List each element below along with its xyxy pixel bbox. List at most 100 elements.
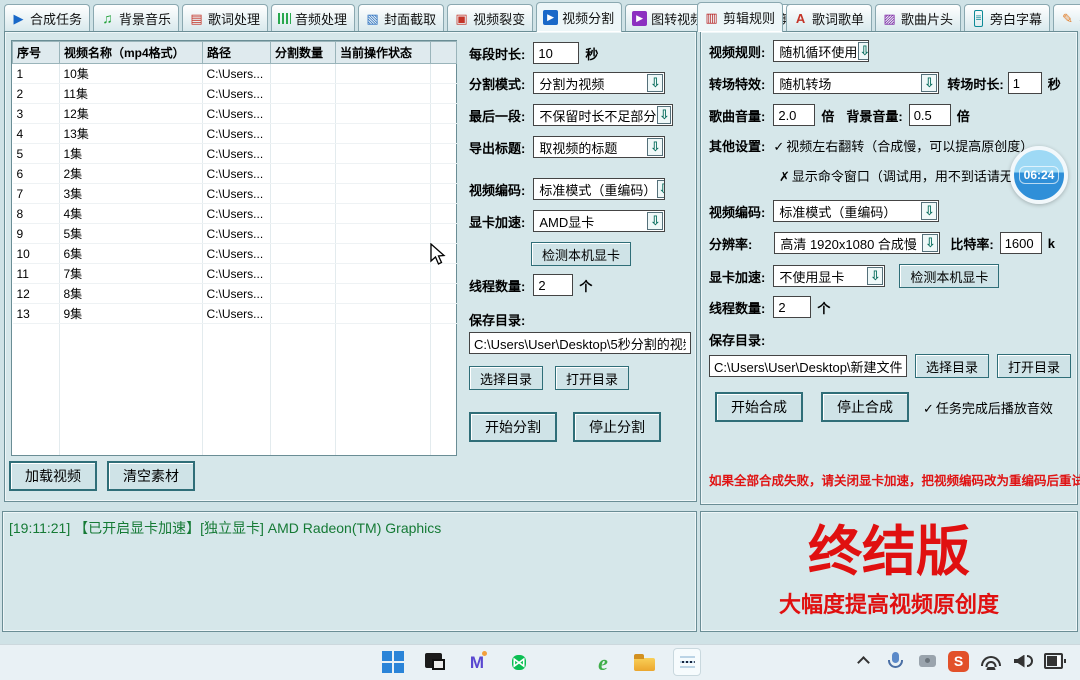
table-row[interactable]: 10 6集 C:\Users... [13,244,457,264]
start-compose-button[interactable]: 开始合成 [715,392,803,422]
compose-encode-select[interactable]: 标准模式（重编码） [773,200,939,222]
load-videos-button[interactable]: 加载视频 [9,461,97,491]
col-header-status: 当前操作状态 [336,42,431,64]
song-volume-input[interactable] [773,104,815,126]
log-panel[interactable]: [19:11:21] 【已开启显卡加速】[独立显卡] AMD Radeon(TM… [2,511,697,632]
table-row[interactable]: 7 3集 C:\Users... [13,184,457,204]
dropdown-arrow-icon[interactable] [647,212,663,230]
save-dir-label: 保存目录: [469,310,525,329]
tray-item[interactable] [948,648,970,674]
last-segment-select[interactable]: 不保留时长不足部分 [533,104,673,126]
tab[interactable]: 视频分割 [536,2,622,32]
dropdown-arrow-icon[interactable] [858,42,869,60]
resolution-select[interactable]: 高清 1920x1080 合成慢 [774,232,940,254]
table-row[interactable]: 8 4集 C:\Users... [13,204,457,224]
dropdown-arrow-icon[interactable] [657,180,665,198]
tab[interactable]: 旁白字幕 [964,4,1050,32]
clear-material-button[interactable]: 清空素材 [107,461,195,491]
col-header-extra [431,42,457,64]
dropdown-arrow-icon[interactable] [867,267,883,285]
tab[interactable]: 音频处理 [271,4,355,32]
sound-after-task-option[interactable]: ✓任务完成后播放音效 [923,398,1053,417]
detect-gpu-button[interactable]: 检测本机显卡 [531,242,631,266]
compose-choose-dir-button[interactable]: 选择目录 [915,354,989,378]
tray-item[interactable] [884,648,906,674]
compose-detect-gpu-button[interactable]: 检测本机显卡 [899,264,999,288]
tab-label: 背景音乐 [119,9,171,28]
table-row[interactable]: 9 5集 C:\Users... [13,224,457,244]
flip-video-option[interactable]: ✓视频左右翻转（合成慢，可以提高原创度） [773,136,1033,155]
table-row[interactable]: 5 1集 C:\Users... [13,144,457,164]
tab[interactable]: 合成任务 [4,4,90,32]
version-title: 终结版 [808,524,970,581]
tab[interactable]: 视频裂变 [447,4,533,32]
tab[interactable]: 导出标题 [1053,4,1080,32]
gpu-accel-select[interactable]: AMD显卡 [533,210,665,232]
bitrate-input[interactable] [1000,232,1042,254]
dropdown-arrow-icon[interactable] [647,74,663,92]
tab[interactable]: 歌曲片头 [875,4,961,32]
video-rule-select[interactable]: 随机循环使用 [773,40,869,62]
taskbar-app[interactable] [631,648,659,676]
compose-warning-text: 如果全部合成失败，请关闭显卡加速，把视频编码改为重编码后重试 [709,470,1080,489]
table-row[interactable]: 13 9集 C:\Users... [13,304,457,324]
stop-compose-button[interactable]: 停止合成 [821,392,909,422]
tab[interactable]: 歌词处理 [182,4,268,32]
compose-save-dir-input[interactable] [709,355,907,377]
table-row[interactable]: 6 2集 C:\Users... [13,164,457,184]
tray-item[interactable] [1044,648,1066,674]
export-title-select[interactable]: 取视频的标题 [533,136,665,158]
table-row[interactable]: 4 13集 C:\Users... [13,124,457,144]
transition-time-input[interactable] [1008,72,1042,94]
bg-volume-input[interactable] [909,104,951,126]
stop-split-button[interactable]: 停止分割 [573,412,661,442]
version-box: 终结版 大幅度提高视频原创度 [700,511,1078,632]
dropdown-arrow-icon[interactable] [647,138,663,156]
dropdown-arrow-icon[interactable] [921,202,937,220]
dropdown-arrow-icon[interactable] [657,106,671,124]
transition-label: 转场特效: [709,74,765,93]
tab[interactable]: 背景音乐 [93,4,179,32]
clock-widget[interactable]: 06:24 [1010,146,1068,204]
tray-item[interactable] [852,648,874,674]
taskbar-app[interactable] [673,648,701,676]
dropdown-arrow-icon[interactable] [922,234,938,252]
table-row[interactable]: 3 12集 C:\Users... [13,104,457,124]
taskbar-app[interactable] [463,648,491,676]
choose-dir-button[interactable]: 选择目录 [469,366,543,390]
taskbar-app[interactable] [547,648,575,676]
open-dir-button[interactable]: 打开目录 [555,366,629,390]
transition-select[interactable]: 随机转场 [773,72,939,94]
compose-open-dir-button[interactable]: 打开目录 [997,354,1071,378]
tray-item[interactable] [916,648,938,674]
tab[interactable]: 歌词歌单 [786,4,872,32]
table-row[interactable]: 1 10集 C:\Users... [13,64,457,84]
taskbar-apps [379,648,701,676]
tray-item[interactable] [980,648,1002,674]
show-cmd-option[interactable]: ✗显示命令窗口（调试用，用不到话请无视） [779,166,1039,185]
tray-item[interactable] [1012,648,1034,674]
compose-thread-input[interactable] [773,296,811,318]
save-dir-input[interactable] [469,332,691,354]
taskbar-app[interactable] [421,648,449,676]
tab[interactable]: 剪辑规则 [697,2,783,32]
col-header-index: 序号 [13,42,60,64]
table-row[interactable]: 11 7集 C:\Users... [13,264,457,284]
start-split-button[interactable]: 开始分割 [469,412,557,442]
taskbar-app[interactable] [379,648,407,676]
taskbar-app[interactable] [589,648,617,676]
tab[interactable]: 封面截取 [358,4,444,32]
segment-duration-input[interactable] [533,42,579,64]
compose-gpu-select[interactable]: 不使用显卡 [773,265,885,287]
ie-icon [598,655,608,670]
split-mode-select[interactable]: 分割为视频 [533,72,665,94]
thread-count-input[interactable] [533,274,573,296]
taskbar-app[interactable] [505,648,533,676]
fission-icon [454,11,469,26]
video-encode-select[interactable]: 标准模式（重编码） [533,178,665,200]
col-header-count: 分割数量 [271,42,336,64]
table-row[interactable]: 2 11集 C:\Users... [13,84,457,104]
dropdown-arrow-icon[interactable] [921,74,937,92]
tab-label: 封面截取 [384,9,436,28]
table-row[interactable]: 12 8集 C:\Users... [13,284,457,304]
